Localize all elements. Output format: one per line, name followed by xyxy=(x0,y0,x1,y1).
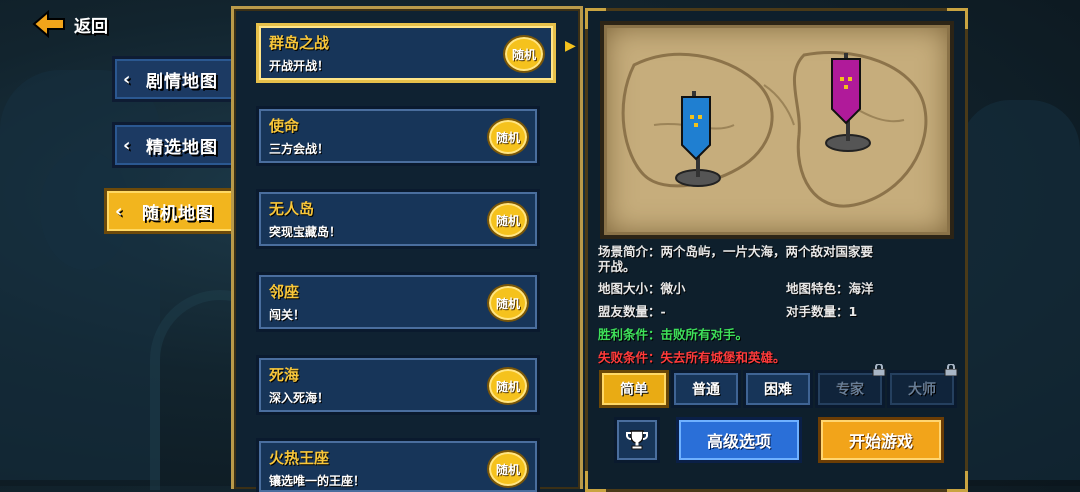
start-game-button[interactable]: 开始游戏 xyxy=(818,417,944,463)
lock-icon xyxy=(944,364,958,376)
map-feature: 地图特色：海洋 xyxy=(786,281,874,296)
map-preview xyxy=(600,21,954,239)
level-subtitle: 三方会战！ xyxy=(269,142,330,156)
map-size: 地图大小：微小 xyxy=(598,281,686,296)
random-button[interactable]: 随机 xyxy=(487,118,529,156)
level-title: 火热王座 xyxy=(269,449,330,467)
level-title: 无人岛 xyxy=(269,200,315,218)
level-title: 邻座 xyxy=(269,283,300,301)
scene-description-cont: 开战。 xyxy=(598,259,636,274)
blue-team-banner-icon xyxy=(675,91,721,187)
random-button[interactable]: 随机 xyxy=(487,450,529,488)
level-title: 使命 xyxy=(269,117,300,135)
level-item-dead-sea[interactable]: 死海 深入死海！ 随机 xyxy=(256,355,540,415)
tab-label: 精选地图 xyxy=(146,137,218,158)
chevron-left-icon: ‹ xyxy=(115,200,124,222)
map-info-panel: 场景简介：两个岛屿，一片大海，两个敌对国家要 开战。 地图大小：微小 地图特色：… xyxy=(585,8,968,492)
random-button[interactable]: 随机 xyxy=(487,284,529,322)
tab-label: 随机地图 xyxy=(142,203,214,224)
back-label: 返回 xyxy=(74,16,108,37)
purple-team-banner-icon xyxy=(825,53,871,152)
opponent-count: 对手数量：1 xyxy=(786,304,858,319)
trophy-button[interactable] xyxy=(614,417,660,463)
level-item-archipelago[interactable]: 群岛之战 开战开战！ 随机 xyxy=(256,23,556,83)
frame-corner xyxy=(585,471,606,492)
difficulty-label: 专家 xyxy=(836,382,864,398)
difficulty-easy-button[interactable]: 简单 xyxy=(599,370,669,408)
chevron-left-icon: ‹ xyxy=(123,68,132,90)
scene-description: 场景简介：两个岛屿，一片大海，两个敌对国家要 xyxy=(598,244,874,259)
difficulty-hard-button[interactable]: 困难 xyxy=(743,370,813,408)
level-item-mission[interactable]: 使命 三方会战！ 随机 xyxy=(256,106,540,166)
chevron-left-icon: ‹ xyxy=(123,134,132,156)
lock-icon xyxy=(872,364,886,376)
back-arrow-icon xyxy=(32,10,66,38)
level-list-panel: 群岛之战 开战开战！ 随机 使命 三方会战！ 随机 无人岛 突现宝藏岛！ 随机 … xyxy=(231,6,583,492)
tab-label: 剧情地图 xyxy=(146,71,218,92)
lose-condition: 失败条件：失去所有城堡和英雄。 xyxy=(598,350,786,365)
difficulty-expert-button[interactable]: 专家 xyxy=(815,364,886,408)
difficulty-label: 大师 xyxy=(908,382,936,398)
level-title: 死海 xyxy=(269,366,300,384)
win-condition: 胜利条件：击败所有对手。 xyxy=(598,327,749,342)
tab-featured-maps[interactable]: ‹ 精选地图 xyxy=(112,122,238,168)
ally-count: 盟友数量：- xyxy=(598,304,666,319)
tab-story-maps[interactable]: ‹ 剧情地图 xyxy=(112,56,238,102)
difficulty-normal-button[interactable]: 普通 xyxy=(671,370,741,408)
map-preview-image xyxy=(621,50,928,208)
trophy-icon xyxy=(626,430,648,450)
frame-corner xyxy=(947,471,968,492)
difficulty-master-button[interactable]: 大师 xyxy=(887,364,958,408)
level-subtitle: 突现宝藏岛！ xyxy=(269,225,342,239)
random-button[interactable]: 随机 xyxy=(487,201,529,239)
level-item-fiery-throne[interactable]: 火热王座 镶选唯一的王座！ 随机 xyxy=(256,438,540,492)
level-subtitle: 深入死海！ xyxy=(269,391,330,405)
random-button[interactable]: 随机 xyxy=(487,367,529,405)
level-item-neighbor[interactable]: 邻座 闯关！ 随机 xyxy=(256,272,540,332)
level-subtitle: 闯关！ xyxy=(269,308,306,322)
level-title: 群岛之战 xyxy=(269,34,330,52)
level-subtitle: 镶选唯一的王座！ xyxy=(269,474,366,488)
advanced-options-button[interactable]: 高级选项 xyxy=(676,417,802,463)
tab-random-maps[interactable]: ‹ 随机地图 xyxy=(104,188,238,234)
selection-arrow-icon: ▶ xyxy=(565,38,576,54)
level-subtitle: 开战开战！ xyxy=(269,59,330,73)
level-item-deserted-island[interactable]: 无人岛 突现宝藏岛！ 随机 xyxy=(256,189,540,249)
back-button[interactable]: 返回 xyxy=(32,10,108,38)
random-button[interactable]: 随机 xyxy=(503,35,545,73)
